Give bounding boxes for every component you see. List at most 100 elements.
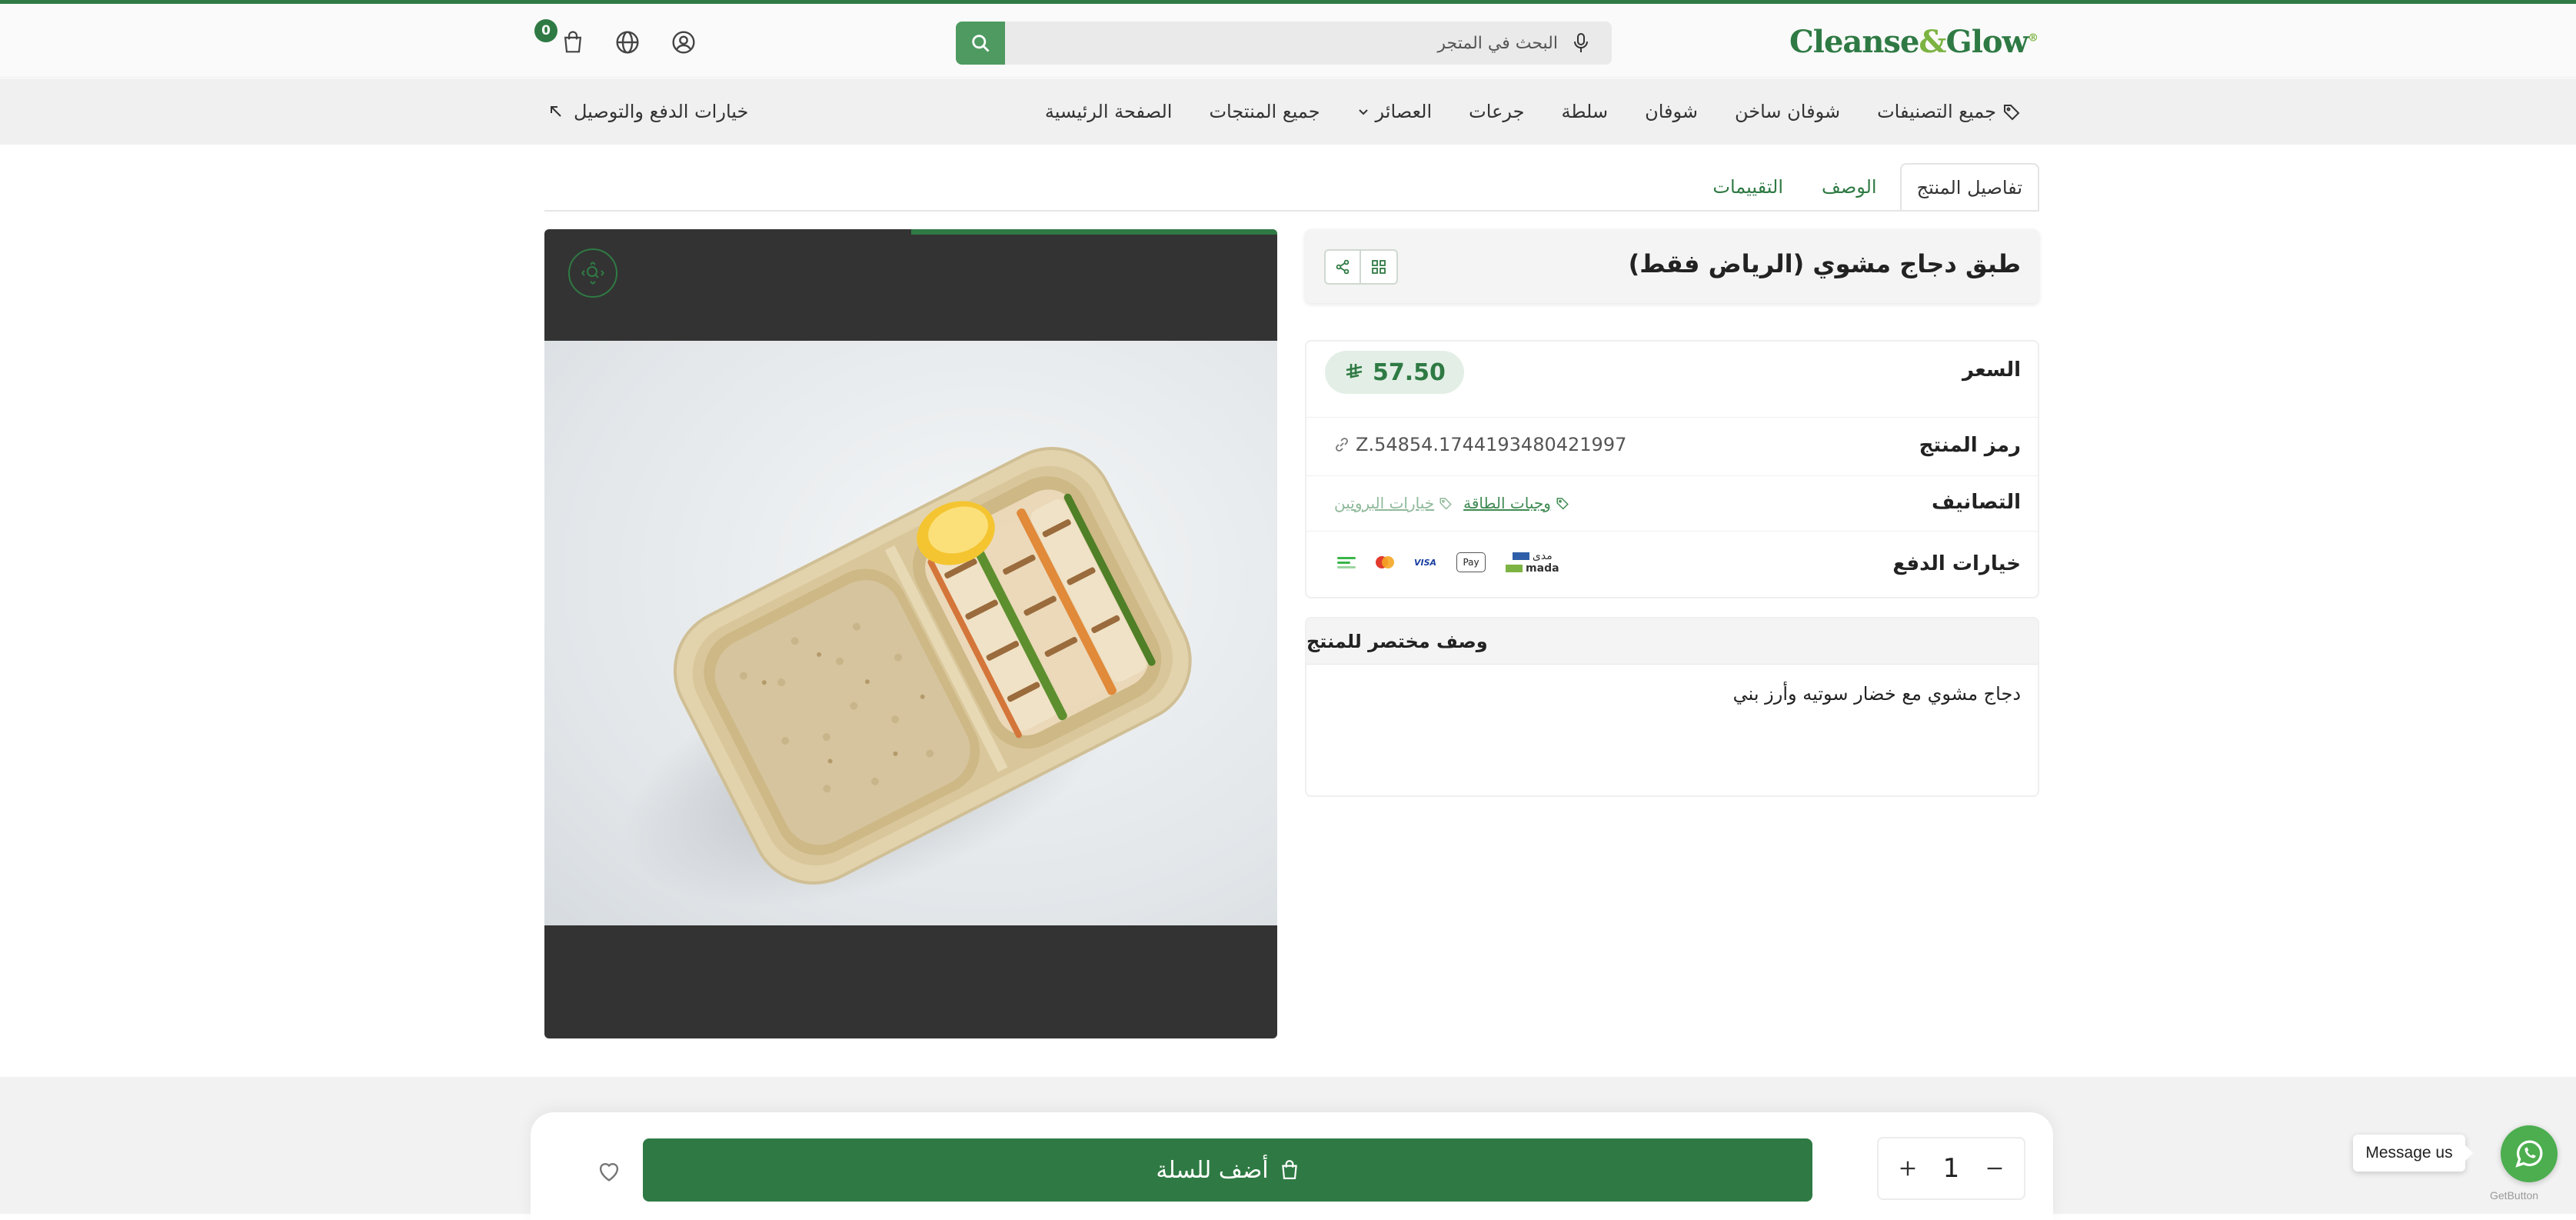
payment-methods: مدى mada Pay VISA (1337, 551, 1559, 574)
nav-item-all-products[interactable]: جميع المنتجات (1209, 101, 1320, 122)
tag-icon (2004, 105, 2020, 121)
tab-product-details[interactable]: تفاصيل المنتج (1899, 163, 2039, 211)
heart-icon (599, 1162, 619, 1182)
share-button[interactable] (1324, 249, 1361, 285)
payment-delivery-label: خيارات الدفع والتوصيل (574, 101, 749, 122)
globe-icon[interactable] (614, 28, 641, 56)
qr-code-icon (1372, 260, 1386, 274)
nav-item-label: جميع التصنيفات (1877, 101, 1996, 122)
zoom-icon (581, 262, 604, 285)
row-divider (1306, 475, 2038, 476)
nav-item-label: جرعات (1469, 101, 1525, 122)
short-description-text: دجاج مشوي مع خضار سوتيه وأرز بني (1732, 683, 2021, 705)
mic-icon[interactable] (1572, 32, 1590, 54)
user-icon[interactable] (670, 28, 697, 56)
quantity-stepper: 1 (1877, 1137, 2025, 1200)
category-link-energy-meals[interactable]: وجبات الطاقة (1463, 494, 1569, 512)
tabs-divider (544, 210, 2039, 212)
whatsapp-button[interactable] (2501, 1125, 2558, 1182)
search-icon (972, 35, 990, 52)
categories-label: التصانيف (1931, 491, 2021, 514)
nav-item-oats[interactable]: شوفان (1645, 101, 1698, 122)
riyal-icon (1346, 364, 1363, 378)
price-badge: 57.50 (1325, 351, 1464, 394)
category-link-protein[interactable]: خيارات البروتين (1334, 494, 1453, 512)
cart-icon[interactable] (559, 28, 587, 56)
sku-label: رمز المنتج (1919, 434, 2021, 457)
logo-mark: ® (2028, 32, 2039, 45)
logo-amp: & (1919, 24, 1946, 60)
row-divider (1306, 531, 2038, 532)
plus-icon (1900, 1161, 1915, 1176)
category-links: خيارات البروتين وجبات الطاقة (1334, 494, 1569, 512)
add-to-cart-label: أضف للسلة (1156, 1156, 1269, 1184)
shopping-bag-icon (1281, 1160, 1297, 1179)
product-title-card: طبق دجاج مشوي (الرياض فقط) (1305, 229, 2039, 303)
search-input[interactable] (1005, 22, 1612, 65)
decrement-button[interactable] (1978, 1152, 2012, 1185)
nav-item-all-categories[interactable]: جميع التصنيفات (1877, 101, 2021, 122)
zoom-button[interactable] (568, 248, 617, 298)
nav-items: الصفحة الرئيسية جميع المنتجات العصائر جر… (1045, 78, 2021, 145)
whatsapp-icon (2515, 1140, 2543, 1168)
price-label: السعر (1962, 358, 2021, 382)
mastercard-icon (1376, 556, 1394, 568)
tab-description[interactable]: الوصف (1806, 163, 1892, 211)
tab-reviews[interactable]: التقييمات (1697, 163, 1799, 211)
minus-icon (1987, 1167, 2002, 1170)
add-to-cart-button[interactable]: أضف للسلة (643, 1138, 1812, 1202)
quantity-value[interactable]: 1 (1943, 1153, 1960, 1184)
payment-delivery-link[interactable]: خيارات الدفع والتوصيل (547, 78, 748, 145)
share-icon (1336, 259, 1350, 275)
sku-value-wrap[interactable]: Z.54854.1744193480421997 (1334, 434, 1626, 455)
apple-pay-label: Pay (1463, 557, 1479, 568)
nav-item-juices[interactable]: العصائر (1357, 101, 1433, 122)
product-title: طبق دجاج مشوي (الرياض فقط) (1628, 249, 2021, 278)
logo[interactable]: Cleanse&Glow® (1789, 24, 2039, 60)
increment-button[interactable] (1891, 1152, 1925, 1185)
search-bar (956, 22, 1612, 65)
product-image-gallery[interactable] (544, 229, 1277, 1038)
search-button[interactable] (956, 22, 1005, 65)
nav-item-hot-oats[interactable]: شوفان ساخن (1735, 101, 1840, 122)
visa-label: VISA (1414, 557, 1437, 568)
gallery-progress (911, 229, 1277, 235)
nav-item-shots[interactable]: جرعات (1469, 101, 1524, 122)
tabby-icon (1337, 556, 1356, 568)
getbutton-credit[interactable]: GetButton (2490, 1189, 2538, 1202)
header: Cleanse&Glow® 0 (0, 4, 2576, 78)
main-nav: الصفحة الرئيسية جميع المنتجات العصائر جر… (0, 78, 2576, 145)
tag-icon (1556, 498, 1569, 510)
payment-label: خيارات الدفع (1892, 552, 2021, 575)
short-description-card: وصف مختصر للمنتج دجاج مشوي مع خضار سوتيه… (1305, 617, 2039, 797)
category-link-label: خيارات البروتين (1334, 494, 1435, 512)
nav-item-label: شوفان (1645, 101, 1698, 122)
logo-end: Glow (1945, 24, 2029, 60)
product-details-card: السعر 57.50 رمز المنتج Z.54854.174419348… (1305, 340, 2039, 598)
price-value: 57.50 (1373, 358, 1446, 386)
category-link-label: وجبات الطاقة (1463, 494, 1551, 512)
message-us-tooltip[interactable]: Message us (2353, 1135, 2473, 1172)
mada-label: mada (1526, 562, 1559, 575)
title-actions (1324, 249, 1398, 285)
visa-icon: VISA (1414, 558, 1436, 568)
categories-row: التصانيف خيارات البروتين وجبات الطاقة (1306, 477, 2038, 531)
link-icon (1336, 438, 1348, 452)
nav-item-label: سلطة (1561, 101, 1609, 122)
mada-arabic-label: مدى (1532, 550, 1553, 562)
payment-row: خيارات الدفع مدى mada Pay VISA (1306, 532, 2038, 597)
cart-count-badge: 0 (534, 19, 557, 42)
product-tabs: تفاصيل المنتج الوصف التقييمات (1697, 163, 2039, 211)
short-description-heading: وصف مختصر للمنتج (1306, 618, 2038, 665)
tag-icon (1439, 498, 1452, 510)
apple-pay-icon: Pay (1456, 552, 1486, 572)
nav-item-salad[interactable]: سلطة (1561, 101, 1608, 122)
nav-item-label: العصائر (1375, 101, 1433, 122)
logo-main: Cleanse (1789, 24, 1919, 60)
nav-item-label: الصفحة الرئيسية (1044, 101, 1173, 122)
nav-item-home[interactable]: الصفحة الرئيسية (1045, 101, 1173, 122)
wishlist-button[interactable] (587, 1152, 631, 1189)
qr-code-button[interactable] (1361, 249, 1398, 285)
sku-value: Z.54854.1744193480421997 (1356, 434, 1627, 455)
row-divider (1306, 417, 2038, 418)
